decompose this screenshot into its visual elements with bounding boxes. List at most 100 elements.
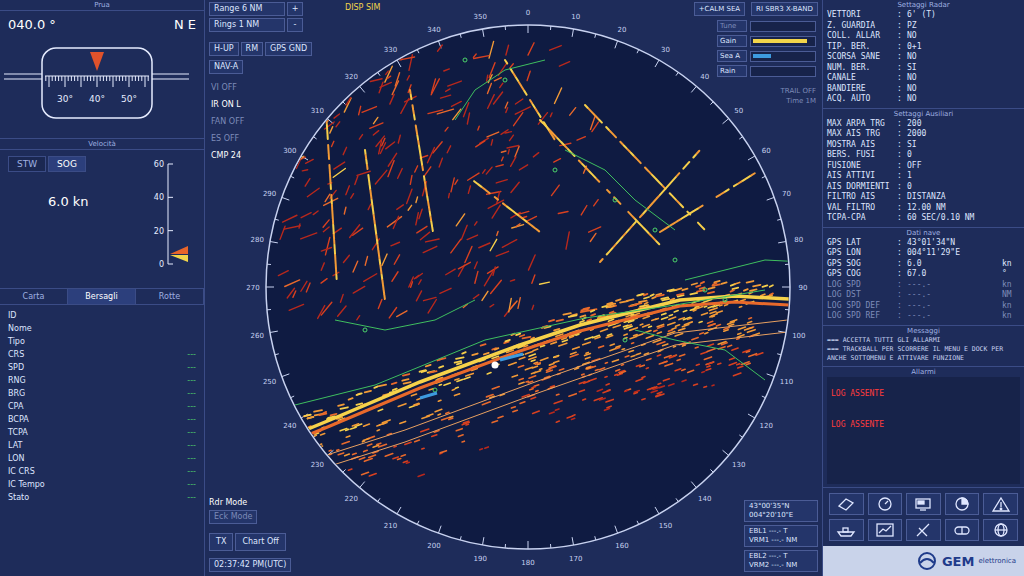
option-button[interactable]: ES OFF (211, 133, 239, 144)
range-display: Range 6 NM (209, 2, 285, 16)
mode-button[interactable]: H-UP (209, 42, 239, 56)
radar-echo (422, 447, 424, 449)
control-row: Sea A (717, 50, 816, 62)
range-button[interactable]: + (287, 2, 303, 16)
option-button[interactable]: IR ON L (211, 99, 241, 110)
eck-mode-button[interactable]: Eck Mode (209, 510, 257, 524)
target-marker[interactable] (463, 58, 467, 62)
radar-echo (593, 335, 600, 337)
nav-mode-button[interactable]: NAV-A (209, 60, 243, 74)
tool-button[interactable] (906, 493, 941, 515)
settings-row[interactable]: MAX ARPA TRG:200 (827, 119, 1020, 130)
radar-echo (324, 95, 326, 99)
radar-echo (701, 352, 707, 354)
control-slider[interactable] (750, 21, 816, 32)
tool-button[interactable] (945, 519, 980, 541)
settings-row[interactable]: VAL FILTRO:12.00 NM (827, 203, 1020, 214)
radar-status: +CALM SEARI SBR3 X-BAND (694, 2, 818, 16)
settings-row[interactable]: COLL. ALLAR:NO (827, 31, 1020, 42)
radar-echo (397, 205, 404, 210)
radar-echo (657, 355, 660, 356)
settings-row[interactable]: FILTRO AIS:DISTANZA (827, 192, 1020, 203)
trail-setting[interactable]: TRAIL OFFTime 1M (781, 86, 816, 106)
radar-echo (556, 393, 559, 395)
control-slider[interactable] (750, 51, 816, 62)
mode-button[interactable]: GPS GND (265, 42, 312, 56)
radar-echo (468, 173, 479, 180)
settings-row[interactable]: AIS DORMIENTI:0 (827, 182, 1020, 193)
settings-row[interactable]: TIP. BER.:0+1 (827, 42, 1020, 53)
radar-echo (454, 394, 459, 396)
mode-button[interactable]: RM (241, 42, 263, 56)
radar-echo (362, 107, 376, 113)
settings-row[interactable]: AIS ATTIVI:1 (827, 171, 1020, 182)
alarm-item[interactable]: LOG ASSENTE (831, 389, 1016, 398)
ais-target[interactable] (500, 354, 523, 360)
radar-ppi[interactable]: 0102030405060708090100110120130140150160… (205, 0, 822, 576)
settings-row[interactable]: FUSIONE:OFF (827, 161, 1020, 172)
target-marker[interactable] (503, 78, 507, 82)
radar-echo (313, 211, 318, 215)
settings-row[interactable]: TCPA-CPA:60 SEC/0.10 NM (827, 213, 1020, 224)
tx-button[interactable]: TX (209, 533, 233, 551)
radar-echo (448, 81, 462, 86)
radar-echo (532, 226, 535, 229)
ebl-vrm-box[interactable]: EBL1 ---.- TVRM1 ---.- NM (744, 525, 818, 547)
speed-tab[interactable]: SOG (48, 156, 86, 172)
target-tab[interactable]: Carta (0, 289, 68, 304)
target-marker[interactable] (623, 338, 627, 342)
radar-echo (707, 366, 710, 367)
bearing-label: 0 (526, 9, 530, 17)
bearing-label: 220 (345, 495, 358, 503)
target-marker[interactable] (703, 288, 707, 292)
control-slider[interactable] (750, 36, 816, 47)
option-button[interactable]: VI OFF (211, 82, 237, 93)
ais-target[interactable] (420, 393, 437, 398)
tool-button[interactable] (983, 493, 1018, 515)
tool-button[interactable] (829, 493, 864, 515)
target-tab[interactable]: Rotte (136, 289, 204, 304)
control-slider[interactable] (750, 66, 816, 77)
option-button[interactable]: FAN OFF (211, 116, 244, 127)
tool-button[interactable] (868, 493, 903, 515)
radar-echo (350, 225, 360, 238)
radar-echo (637, 294, 642, 296)
settings-row[interactable]: MOSTRA AIS:SI (827, 140, 1020, 151)
radar-echo (696, 285, 700, 287)
settings-row[interactable]: VETTORI:6' (T) (827, 10, 1020, 21)
tool-button[interactable] (945, 493, 980, 515)
settings-row[interactable]: CANALE:NO (827, 73, 1020, 84)
tool-button[interactable] (906, 519, 941, 541)
target-marker[interactable] (613, 198, 617, 202)
ebl-vrm-box[interactable]: EBL2 ---.- TVRM2 ---.- NM (744, 550, 818, 572)
tool-button[interactable] (983, 519, 1018, 541)
alarm-item[interactable]: LOG ASSENTE (831, 420, 1016, 429)
radar-echo (333, 240, 335, 244)
radar-echo (424, 297, 436, 300)
target-marker[interactable] (433, 388, 437, 392)
radar-echo (305, 179, 310, 187)
bearing-tick (460, 536, 461, 540)
settings-row[interactable]: BANDIERE:NO (827, 84, 1020, 95)
radar-echo (252, 455, 257, 457)
settings-row[interactable]: BERS. FUSI:0 (827, 150, 1020, 161)
target-marker[interactable] (723, 298, 727, 302)
tool-button[interactable] (829, 519, 864, 541)
settings-row[interactable]: NUM. BER.:SI (827, 63, 1020, 74)
target-marker[interactable] (673, 258, 677, 262)
settings-row[interactable]: SCORSA SANE:NO (827, 52, 1020, 63)
target-marker[interactable] (653, 228, 657, 232)
option-button[interactable]: CMP 24 (211, 150, 241, 161)
chart-button[interactable]: Chart Off (235, 533, 285, 551)
speed-tab[interactable]: STW (8, 156, 46, 172)
rings-button[interactable]: - (287, 18, 303, 32)
radar-echo (610, 348, 617, 350)
settings-row[interactable]: Z. GUARDIA:PZ (827, 21, 1020, 32)
target-tab[interactable]: Bersagli (68, 289, 136, 304)
target-marker[interactable] (363, 328, 367, 332)
settings-row[interactable]: MAX AIS TRG:2000 (827, 129, 1020, 140)
target-marker[interactable] (553, 168, 557, 172)
settings-row[interactable]: ACQ. AUTO:NO (827, 94, 1020, 105)
tool-button[interactable] (868, 519, 903, 541)
radar-echo (573, 347, 580, 349)
